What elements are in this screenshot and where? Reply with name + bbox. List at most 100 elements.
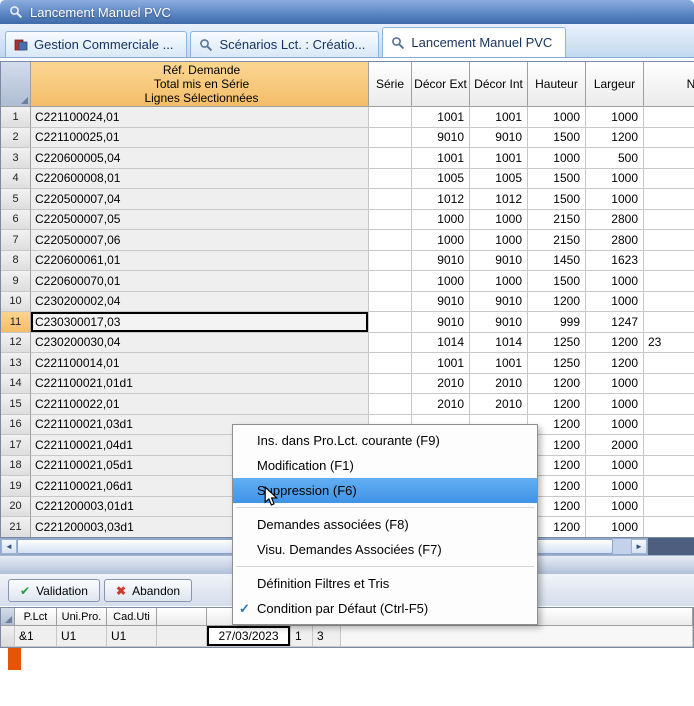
serie-cell[interactable] <box>369 312 412 333</box>
serie-cell[interactable] <box>369 210 412 231</box>
largeur-cell[interactable]: 1200 <box>586 333 644 354</box>
bottom-header-cell[interactable] <box>157 608 207 626</box>
ref-cell[interactable]: C220600005,04 <box>31 148 369 169</box>
n-cell[interactable] <box>644 456 694 477</box>
ref-cell[interactable]: C221100014,01 <box>31 353 369 374</box>
tab-scenarios-lct-creatio[interactable]: Scénarios Lct. : Créatio... <box>190 31 379 57</box>
hauteur-cell[interactable]: 999 <box>528 312 586 333</box>
row-number[interactable]: 17 <box>1 435 31 456</box>
largeur-cell[interactable]: 500 <box>586 148 644 169</box>
validation-button[interactable]: ✔ Validation <box>8 579 100 602</box>
hauteur-cell[interactable]: 1200 <box>528 374 586 395</box>
tab-gestion-commerciale[interactable]: Gestion Commerciale ... <box>5 31 187 57</box>
column-header-decor-int[interactable]: Décor Int <box>470 62 528 107</box>
largeur-cell[interactable]: 1000 <box>586 107 644 128</box>
column-header-decor-ext[interactable]: Décor Ext <box>412 62 470 107</box>
menu-item-ins-dans-pro-lct-courante-f9[interactable]: Ins. dans Pro.Lct. courante (F9) <box>233 428 537 453</box>
serie-cell[interactable] <box>369 394 412 415</box>
table-row[interactable]: 14C221100021,01d12010201012001000 <box>1 374 694 395</box>
largeur-cell[interactable]: 1000 <box>586 271 644 292</box>
hauteur-cell[interactable]: 2150 <box>528 210 586 231</box>
n-cell[interactable] <box>644 517 694 538</box>
table-row[interactable]: 4C220600008,011005100515001000 <box>1 169 694 190</box>
bottom-column-header-uni-pro[interactable]: Uni.Pro. <box>57 608 107 626</box>
bottom-column-header-p-lct[interactable]: P.Lct <box>15 608 57 626</box>
serie-cell[interactable] <box>369 148 412 169</box>
decor-ext-cell[interactable]: 1000 <box>412 210 470 231</box>
largeur-cell[interactable]: 1200 <box>586 128 644 149</box>
serie-cell[interactable] <box>369 230 412 251</box>
hauteur-cell[interactable]: 1200 <box>528 394 586 415</box>
bottom-cell[interactable]: 3 <box>313 626 341 647</box>
table-row[interactable]: 7C220500007,061000100021502800 <box>1 230 694 251</box>
decor-int-cell[interactable]: 1012 <box>470 189 528 210</box>
ref-cell[interactable]: C220600070,01 <box>31 271 369 292</box>
hauteur-cell[interactable]: 1500 <box>528 128 586 149</box>
row-number[interactable]: 19 <box>1 476 31 497</box>
largeur-cell[interactable]: 2800 <box>586 230 644 251</box>
decor-int-cell[interactable]: 9010 <box>470 128 528 149</box>
table-row[interactable]: 12C230200030,04101410141250120023 <box>1 333 694 354</box>
decor-ext-cell[interactable]: 9010 <box>412 128 470 149</box>
row-number[interactable]: 1 <box>1 107 31 128</box>
n-cell[interactable] <box>644 292 694 313</box>
decor-int-cell[interactable]: 1005 <box>470 169 528 190</box>
largeur-cell[interactable]: 1000 <box>586 456 644 477</box>
scroll-right-button[interactable]: ► <box>631 539 647 554</box>
row-number[interactable]: 4 <box>1 169 31 190</box>
serie-cell[interactable] <box>369 251 412 272</box>
column-header-largeur[interactable]: Largeur <box>586 62 644 107</box>
decor-int-cell[interactable]: 2010 <box>470 374 528 395</box>
bottom-column-header-cad-uti[interactable]: Cad.Uti <box>107 608 157 626</box>
decor-int-cell[interactable]: 2010 <box>470 394 528 415</box>
n-cell[interactable] <box>644 210 694 231</box>
table-row[interactable]: 5C220500007,041012101215001000 <box>1 189 694 210</box>
ref-cell[interactable]: C230200002,04 <box>31 292 369 313</box>
n-cell[interactable] <box>644 312 694 333</box>
ref-column-header[interactable]: Réf. Demande Total mis en Série Lignes S… <box>31 62 369 107</box>
table-row[interactable]: 6C220500007,051000100021502800 <box>1 210 694 231</box>
largeur-cell[interactable]: 1000 <box>586 517 644 538</box>
n-cell[interactable] <box>644 353 694 374</box>
bottom-cell[interactable]: U1 <box>57 626 107 647</box>
row-number[interactable]: 20 <box>1 497 31 518</box>
decor-int-cell[interactable]: 1001 <box>470 353 528 374</box>
decor-int-cell[interactable]: 9010 <box>470 312 528 333</box>
row-number[interactable]: 21 <box>1 517 31 538</box>
n-cell[interactable] <box>644 107 694 128</box>
largeur-cell[interactable]: 1200 <box>586 353 644 374</box>
bottom-header-cell[interactable] <box>1 608 15 626</box>
column-header-hauteur[interactable]: Hauteur <box>528 62 586 107</box>
hauteur-cell[interactable]: 1200 <box>528 292 586 313</box>
n-cell[interactable] <box>644 394 694 415</box>
decor-int-cell[interactable]: 1001 <box>470 148 528 169</box>
decor-ext-cell[interactable]: 2010 <box>412 394 470 415</box>
table-row[interactable]: 15C221100022,012010201012001000 <box>1 394 694 415</box>
decor-ext-cell[interactable]: 1001 <box>412 353 470 374</box>
serie-cell[interactable] <box>369 292 412 313</box>
decor-int-cell[interactable]: 1014 <box>470 333 528 354</box>
n-cell[interactable] <box>644 435 694 456</box>
decor-ext-cell[interactable]: 1001 <box>412 107 470 128</box>
row-number[interactable]: 5 <box>1 189 31 210</box>
n-cell[interactable] <box>644 148 694 169</box>
largeur-cell[interactable]: 2800 <box>586 210 644 231</box>
grid-corner-cell[interactable] <box>1 62 31 107</box>
date-cell-focused[interactable]: 27/03/2023 <box>207 626 291 647</box>
decor-ext-cell[interactable]: 2010 <box>412 374 470 395</box>
serie-cell[interactable] <box>369 333 412 354</box>
row-number[interactable]: 8 <box>1 251 31 272</box>
n-cell[interactable] <box>644 189 694 210</box>
serie-cell[interactable] <box>369 189 412 210</box>
largeur-cell[interactable]: 1000 <box>586 415 644 436</box>
scroll-left-button[interactable]: ◄ <box>1 539 17 554</box>
table-row[interactable]: 11C230300017,03901090109991247 <box>1 312 694 333</box>
decor-ext-cell[interactable]: 1005 <box>412 169 470 190</box>
ref-cell[interactable]: C221100025,01 <box>31 128 369 149</box>
hauteur-cell[interactable]: 1000 <box>528 148 586 169</box>
ref-cell[interactable]: C221100021,01d1 <box>31 374 369 395</box>
menu-item-modification-f1[interactable]: Modification (F1) <box>233 453 537 478</box>
bottom-cell[interactable]: U1 <box>107 626 157 647</box>
row-number[interactable]: 11 <box>1 312 31 333</box>
row-number[interactable]: 2 <box>1 128 31 149</box>
